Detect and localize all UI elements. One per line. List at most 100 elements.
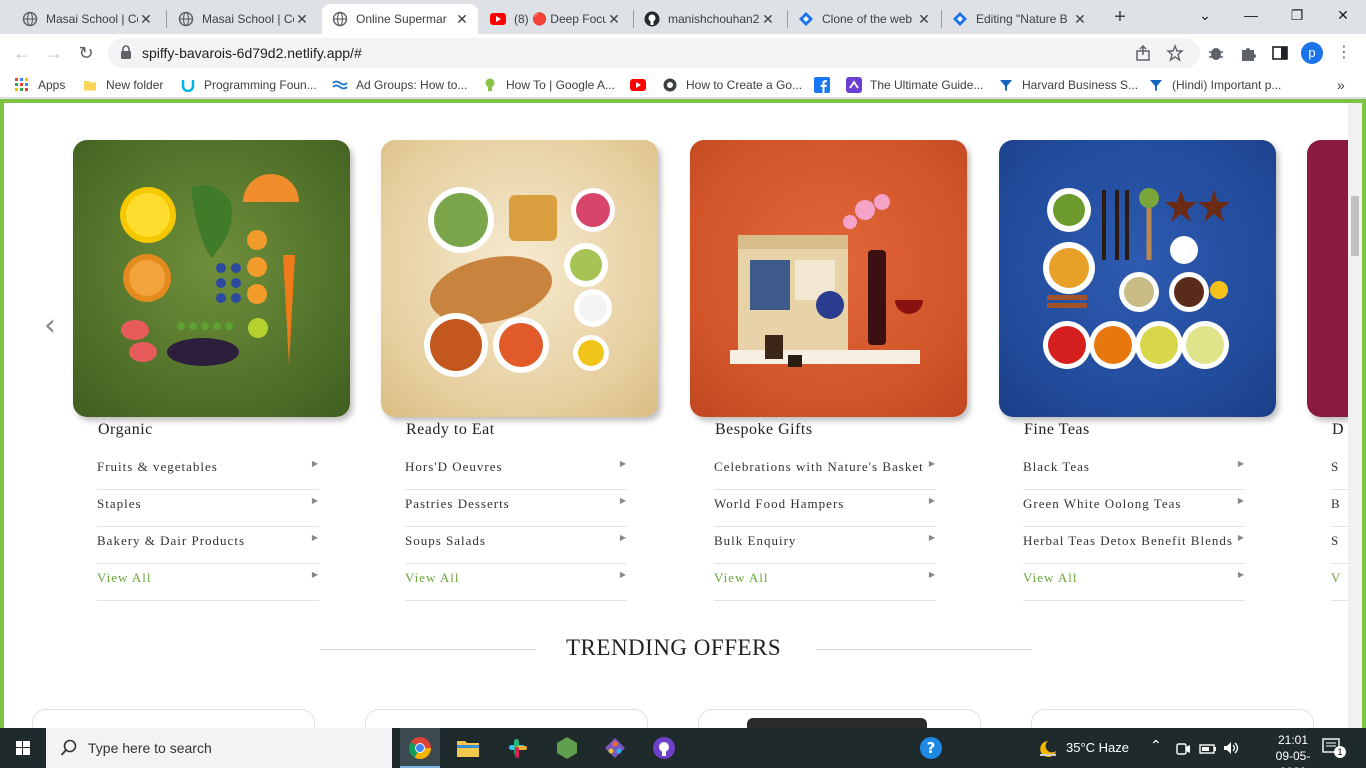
close-tab-icon[interactable]: ✕ [138,11,154,28]
category-title[interactable]: Organic [98,421,153,439]
browser-tab-3-active[interactable]: Online Supermar ✕ [322,4,478,34]
weather-text[interactable]: 35°C Haze [1066,740,1129,756]
slack-icon[interactable] [504,735,530,761]
extensions-puzzle-icon[interactable] [1238,43,1258,63]
browser-tab-6[interactable]: Clone of the web ✕ [788,4,940,34]
bookmark-programming[interactable]: Programming Foun... [180,76,317,94]
volume-icon[interactable] [1222,740,1240,756]
category-link[interactable]: Bulk Enquiry ▶ [714,527,936,564]
url-text[interactable]: spiffy-bavarois-6d79d2.netlify.app/# [142,45,362,61]
nodejs-icon[interactable] [554,735,580,761]
profile-avatar[interactable]: p [1301,42,1323,64]
address-bar[interactable]: spiffy-bavarois-6d79d2.netlify.app/# [108,38,1200,68]
git-tool-icon[interactable] [602,735,628,761]
category-link[interactable]: World Food Hampers ▶ [714,490,936,527]
bookmark-ultimate-guide[interactable]: The Ultimate Guide... [846,76,983,94]
extension-bug-icon[interactable] [1206,43,1226,63]
close-tab-icon[interactable]: ✕ [1072,11,1088,28]
maximize-button[interactable]: ❐ [1274,0,1320,32]
chrome-menu-icon[interactable]: ⋮ [1332,41,1356,65]
category-link[interactable]: Pastries Desserts ▶ [405,490,627,527]
close-tab-icon[interactable]: ✕ [294,11,310,28]
category-link[interactable]: Green White Oolong Teas ▶ [1023,490,1245,527]
category-link[interactable]: Hors'D Oeuvres ▶ [405,453,627,490]
scrollbar-thumb[interactable] [1351,196,1359,256]
teas-image[interactable] [999,140,1276,417]
close-window-button[interactable]: ✕ [1320,0,1366,32]
bookmark-youtube[interactable] [630,76,654,94]
github-desktop-icon[interactable] [651,735,677,761]
close-tab-icon[interactable]: ✕ [454,11,470,28]
category-card-partial[interactable]: D S B S V [1307,140,1348,601]
ready-to-eat-image[interactable] [381,140,658,417]
bookmarks-overflow-button[interactable]: » [1337,76,1345,94]
category-card-ready-to-eat[interactable]: Ready to Eat Hors'D Oeuvres ▶ Pastries De… [381,140,658,601]
page-scrollbar[interactable] [1348,103,1362,728]
carousel-prev-arrow[interactable]: ‹ [44,308,56,343]
close-tab-icon[interactable]: ✕ [916,11,932,28]
battery-icon[interactable] [1199,741,1217,757]
category-card-fine-teas[interactable]: Fine Teas Black Teas ▶ Green White Oolong… [999,140,1276,601]
bookmark-facebook[interactable] [814,76,838,94]
tab-search-icon[interactable]: ⌄ [1182,0,1228,32]
category-title[interactable]: Fine Teas [1024,421,1090,439]
taskbar-chrome-active[interactable] [400,728,440,768]
meet-now-icon[interactable] [1175,741,1191,757]
forward-button[interactable]: → [42,41,66,65]
bookmark-apps[interactable]: Apps [14,76,65,94]
partial-category-image[interactable] [1307,140,1348,417]
share-icon[interactable] [1134,44,1152,62]
view-all-link[interactable]: V [1331,564,1348,601]
category-link[interactable]: Soups Salads ▶ [405,527,627,564]
offer-card[interactable] [1031,709,1314,728]
side-panel-icon[interactable] [1270,43,1290,63]
browser-tab-1[interactable]: Masai School | Co ✕ [12,4,162,34]
close-tab-icon[interactable]: ✕ [760,11,776,28]
new-tab-button[interactable]: + [1108,6,1132,30]
bookmark-ad-groups[interactable]: Ad Groups: How to... [332,76,467,94]
browser-tab-5[interactable]: manishchouhan2 ✕ [634,4,784,34]
offer-card[interactable] [32,709,315,728]
organic-produce-image[interactable] [73,140,350,417]
help-icon[interactable]: ? [918,735,944,761]
category-link[interactable]: Celebrations with Nature's Basket ▶ [714,453,936,490]
category-link[interactable]: Bakery & Dair Products ▶ [97,527,319,564]
minimize-button[interactable]: — [1228,0,1274,32]
view-all-link[interactable]: View All ▶ [1023,564,1245,601]
browser-tab-4[interactable]: (8) 🔴 Deep Focu ✕ [480,4,630,34]
category-link[interactable]: B [1331,490,1348,527]
category-title[interactable]: Bespoke Gifts [715,421,813,439]
back-button[interactable]: ← [10,41,34,65]
category-title[interactable]: Ready to Eat [406,421,495,439]
close-tab-icon[interactable]: ✕ [606,11,622,28]
view-all-link[interactable]: View All ▶ [405,564,627,601]
category-link[interactable]: S [1331,527,1348,564]
bookmark-hindi-important[interactable]: (Hindi) Important p... [1148,76,1281,94]
category-title[interactable]: D [1332,421,1344,439]
view-all-link[interactable]: View All ▶ [714,564,936,601]
category-link[interactable]: S [1331,453,1348,490]
offer-card[interactable] [365,709,648,728]
notification-center-button[interactable]: 1 [1322,738,1346,760]
category-link[interactable]: Staples ▶ [97,490,319,527]
bookmark-star-icon[interactable] [1166,44,1184,62]
gift-hamper-image[interactable] [690,140,967,417]
category-link[interactable]: Herbal Teas Detox Benefit Blends ▶ [1023,527,1245,564]
lock-icon[interactable] [120,45,132,65]
category-link[interactable]: Black Teas ▶ [1023,453,1245,490]
browser-tab-2[interactable]: Masai School | Co ✕ [168,4,318,34]
reload-button[interactable]: ↻ [74,41,98,65]
bookmark-harvard[interactable]: Harvard Business S... [998,76,1138,94]
category-card-organic[interactable]: Organic Fruits & vegetables ▶ Staples ▶ Ba… [73,140,350,601]
bookmark-new-folder[interactable]: New folder [82,76,163,94]
start-button[interactable] [0,728,46,768]
bookmark-how-to-google[interactable]: How To | Google A... [482,76,615,94]
file-explorer-icon[interactable] [455,735,481,761]
system-clock[interactable]: 21:01 09-05-2022 [1266,732,1320,768]
tray-overflow-chevron-icon[interactable]: ⌃ [1150,737,1162,768]
taskbar-search-box[interactable]: Type here to search [46,728,392,768]
bookmark-how-to-create[interactable]: How to Create a Go... [662,76,802,94]
category-link[interactable]: Fruits & vegetables ▶ [97,453,319,490]
view-all-link[interactable]: View All ▶ [97,564,319,601]
browser-tab-7[interactable]: Editing "Nature B ✕ [942,4,1096,34]
